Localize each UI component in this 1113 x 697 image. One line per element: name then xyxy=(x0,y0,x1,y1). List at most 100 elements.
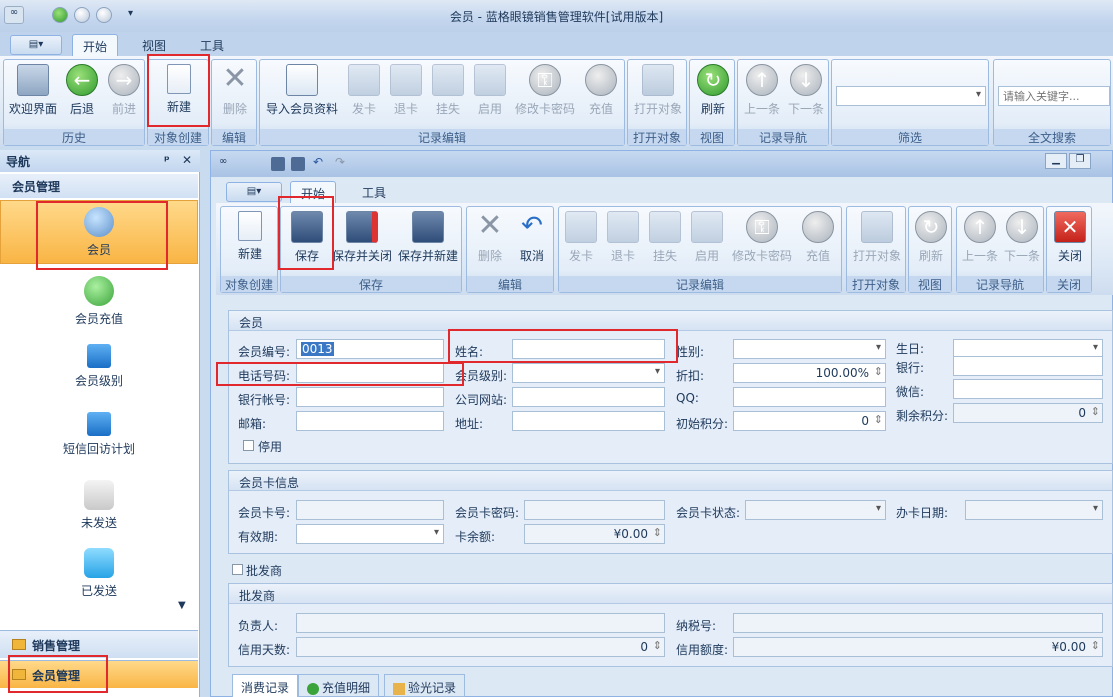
pin-icon[interactable]: ᵖ xyxy=(164,153,170,167)
import-grid-icon xyxy=(286,64,318,96)
undo-icon[interactable]: ↶ xyxy=(313,155,323,169)
nav-scroll-down-icon[interactable]: ▼ xyxy=(178,600,186,611)
prev-record-button[interactable]: ↑ 上一条 xyxy=(740,64,784,117)
group-label-edit: 编辑 xyxy=(212,129,256,145)
app-menu-button[interactable]: ▤▾ xyxy=(10,35,62,55)
nav-bar-label: 销售管理 xyxy=(32,639,81,653)
child-issue-card-button[interactable]: 发卡 xyxy=(561,211,601,264)
open-object-button[interactable]: 打开对象 xyxy=(630,64,686,117)
level-select[interactable] xyxy=(512,363,665,383)
nav-close-icon[interactable]: ✕ xyxy=(182,153,192,167)
tab-optometry-records[interactable]: 验光记录 xyxy=(384,674,466,697)
nav-item-unsent[interactable]: 未发送 xyxy=(0,474,198,538)
group-label-view: 视图 xyxy=(690,129,734,145)
card-status-select[interactable] xyxy=(745,500,886,520)
child-refresh-button[interactable]: ↻ 刷新 xyxy=(911,211,951,264)
wechat-field[interactable] xyxy=(953,379,1103,399)
floppy-close-icon xyxy=(346,211,378,243)
child-report-loss-button[interactable]: 挂失 xyxy=(645,211,685,264)
nav-bar-sales[interactable]: 销售管理 xyxy=(0,630,198,658)
nav-item-sent[interactable]: 已发送 xyxy=(0,542,198,606)
search-input[interactable] xyxy=(998,86,1110,106)
validity-select[interactable] xyxy=(296,524,444,544)
tab-recharge-details[interactable]: 充值明细 xyxy=(298,674,380,697)
card-no-field[interactable] xyxy=(296,500,444,520)
birthday-label: 生日: xyxy=(896,342,925,356)
child-open-object-button[interactable]: 打开对象 xyxy=(849,211,905,264)
restore-icon[interactable]: ❐ xyxy=(1069,153,1091,169)
child-save-close-quick-icon[interactable] xyxy=(291,157,305,171)
child-save-quick-icon[interactable] xyxy=(271,157,285,171)
issue-card-button[interactable]: 发卡 xyxy=(344,64,384,117)
import-button[interactable]: 导入会员资料 xyxy=(264,64,340,117)
delete-button[interactable]: ✕ 删除 xyxy=(214,64,256,117)
manager-field[interactable] xyxy=(296,613,665,633)
bank-account-field[interactable] xyxy=(296,387,444,407)
member-id-field[interactable]: 0013 xyxy=(296,339,444,359)
child-menu-button[interactable]: ▤▾ xyxy=(226,182,282,202)
nav-item-sms-plan[interactable]: 短信回访计划 xyxy=(0,406,198,470)
remaining-points-stepper[interactable]: 0 xyxy=(953,403,1103,423)
child-group-edit: ✕ 删除 ↶ 取消 编辑 xyxy=(466,206,554,293)
child-group-label-record-edit: 记录编辑 xyxy=(559,276,841,292)
nav-section-title: 会员管理 xyxy=(0,174,198,198)
child-change-pwd-label: 修改卡密码 xyxy=(731,249,792,263)
next-record-button[interactable]: ↓ 下一条 xyxy=(784,64,828,117)
save-new-button[interactable]: 保存并新建 xyxy=(395,211,461,264)
cancel-button[interactable]: ↶ 取消 xyxy=(511,211,553,264)
group-label-record-nav: 记录导航 xyxy=(738,129,828,145)
initial-points-stepper[interactable]: 0 xyxy=(733,411,886,431)
child-next-button[interactable]: ↓ 下一条 xyxy=(1001,211,1043,264)
recharge-button[interactable]: 充值 xyxy=(580,64,622,117)
qq-label: QQ: xyxy=(676,391,699,405)
tax-no-field[interactable] xyxy=(733,613,1103,633)
refresh-button[interactable]: ↻ 刷新 xyxy=(692,64,734,117)
website-field[interactable] xyxy=(512,387,665,407)
return-card-button[interactable]: 退卡 xyxy=(386,64,426,117)
child-tab-tools[interactable]: 工具 xyxy=(352,181,396,203)
forward-button[interactable]: → 前进 xyxy=(104,64,144,117)
bank-field[interactable] xyxy=(953,356,1103,376)
back-button[interactable]: ← 后退 xyxy=(62,64,102,117)
email-field[interactable] xyxy=(296,411,444,431)
filter-select[interactable] xyxy=(836,86,986,106)
balance-stepper[interactable]: ¥0.00 xyxy=(524,524,665,544)
nav-item-level[interactable]: 会员级别 xyxy=(0,338,198,402)
card-pwd-field[interactable] xyxy=(524,500,665,520)
credit-days-stepper[interactable]: 0 xyxy=(296,637,665,657)
save-close-button[interactable]: 保存并关闭 xyxy=(331,211,393,264)
child-new-button[interactable]: 新建 xyxy=(223,211,277,262)
nav-item-recharge[interactable]: 会员充值 xyxy=(0,270,198,334)
close-button[interactable]: ✕ 关闭 xyxy=(1049,211,1091,264)
tab-consumption-records[interactable]: 消费记录 xyxy=(232,674,299,697)
child-recharge-button[interactable]: 充值 xyxy=(797,211,839,264)
wholesale-checkbox[interactable] xyxy=(232,564,243,575)
disabled-checkbox[interactable] xyxy=(243,440,254,451)
welcome-button[interactable]: 欢迎界面 xyxy=(6,64,60,117)
card-date-select[interactable] xyxy=(965,500,1103,520)
report-loss-button[interactable]: 挂失 xyxy=(428,64,468,117)
address-field[interactable] xyxy=(512,411,665,431)
qq-field[interactable] xyxy=(733,387,886,407)
child-enable-button[interactable]: 启用 xyxy=(687,211,727,264)
card-section-header: 会员卡信息 xyxy=(229,471,1112,491)
enable-button[interactable]: 启用 xyxy=(470,64,510,117)
child-return-card-button[interactable]: 退卡 xyxy=(603,211,643,264)
group-label-history: 历史 xyxy=(4,129,144,145)
delete-label: 删除 xyxy=(222,102,247,116)
tab-view[interactable]: 视图 xyxy=(132,34,176,56)
credit-limit-stepper[interactable]: ¥0.00 xyxy=(733,637,1103,657)
gender-select[interactable] xyxy=(733,339,886,359)
discount-stepper[interactable]: 100.00% xyxy=(733,363,886,383)
change-pwd-button[interactable]: ⚿ 修改卡密码 xyxy=(512,64,578,117)
child-change-pwd-button[interactable]: ⚿ 修改卡密码 xyxy=(729,211,795,264)
child-delete-button[interactable]: ✕ 删除 xyxy=(469,211,511,264)
tab-start[interactable]: 开始 xyxy=(72,34,119,56)
child-prev-button[interactable]: ↑ 上一条 xyxy=(959,211,1001,264)
card-add-icon xyxy=(565,211,597,243)
undo-arrow-icon: ↶ xyxy=(521,211,543,241)
tab-tools[interactable]: 工具 xyxy=(190,34,234,56)
redo-icon[interactable]: ↷ xyxy=(335,155,345,169)
minimize-icon[interactable]: ▁ xyxy=(1045,153,1067,169)
refresh-icon: ↻ xyxy=(915,211,947,243)
